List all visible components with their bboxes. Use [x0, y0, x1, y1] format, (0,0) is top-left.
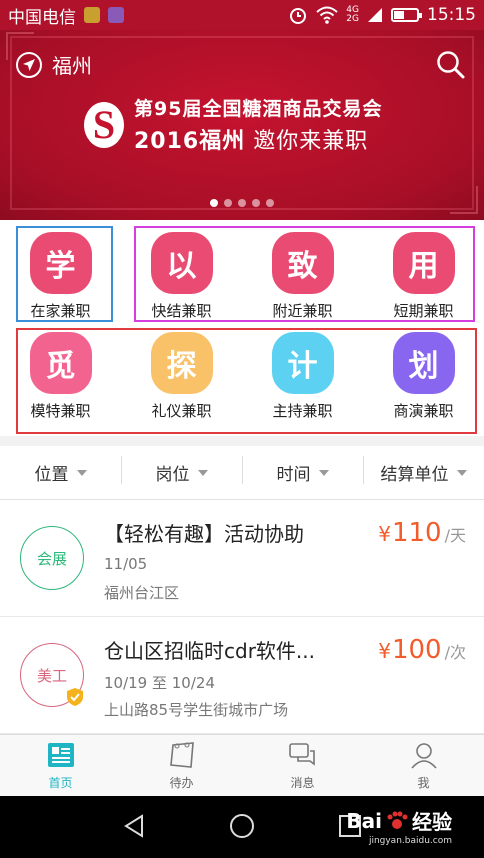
city-name: 福州: [52, 54, 92, 78]
tab-profile[interactable]: 我: [363, 735, 484, 796]
message-icon: [288, 740, 318, 770]
job-title: 仓山区招临时cdr软件...: [104, 639, 315, 663]
category-item[interactable]: 以快结兼职: [121, 232, 242, 321]
category-icon: 用: [392, 232, 455, 294]
job-list: 会展 【轻松有趣】活动协助 11/05 福州台江区 ¥110/天 美工 仓山区招临时cdr软…: [0, 500, 484, 734]
promo-banner[interactable]: 福州 S 第95届全国糖酒商品交易会 2016福州 邀你来兼职: [0, 0, 484, 220]
category-item[interactable]: 致附近兼职: [242, 232, 363, 321]
category-icon: 计: [271, 332, 334, 394]
banner-pagination: [0, 199, 484, 207]
job-price: ¥110/天: [378, 518, 466, 548]
pagination-dot[interactable]: [266, 199, 274, 207]
notification-app-icon: [84, 7, 100, 23]
category-label: 模特兼职: [30, 402, 91, 420]
alarm-icon: [290, 8, 307, 24]
job-date: 10/19 至 10/24: [104, 674, 215, 692]
category-item[interactable]: 用短期兼职: [363, 232, 484, 321]
category-icon: 觅: [29, 332, 92, 394]
tab-label: 待办: [169, 776, 194, 790]
filter-label: 时间: [276, 465, 311, 485]
category-label: 商演兼职: [393, 402, 454, 420]
pagination-dot[interactable]: [210, 199, 218, 207]
city-selector[interactable]: 福州: [16, 50, 92, 79]
filter-dropdown[interactable]: 时间: [242, 456, 363, 485]
filter-bar: 位置 岗位 时间 结算单位: [0, 446, 484, 500]
caret-down-icon: [318, 469, 329, 476]
filter-label: 位置: [34, 465, 69, 485]
job-list-item[interactable]: 美工 仓山区招临时cdr软件... 10/19 至 10/24 上山路85号学生街城市…: [0, 617, 484, 734]
home-icon: [46, 740, 76, 770]
filter-label: 结算单位: [380, 465, 449, 485]
category-item[interactable]: 探礼仪兼职: [121, 332, 242, 421]
category-label: 短期兼职: [393, 302, 454, 320]
bottom-tab-bar: 首页 待办 消息 我: [0, 734, 484, 796]
job-date: 11/05: [104, 555, 148, 573]
location-arrow-icon: [16, 51, 42, 78]
job-list-item[interactable]: 会展 【轻松有趣】活动协助 11/05 福州台江区 ¥110/天: [0, 500, 484, 617]
signal-icon: [368, 8, 382, 22]
category-item[interactable]: 计主持兼职: [242, 332, 363, 421]
tab-todo[interactable]: 待办: [121, 735, 242, 796]
category-label: 附近兼职: [272, 302, 333, 320]
banner-line-2: 2016福州 邀你来兼职: [134, 129, 369, 154]
tab-message[interactable]: 消息: [242, 735, 363, 796]
system-nav-bar: Bai 经验 jingyan.baidu.com: [0, 796, 484, 858]
watermark: Bai 经验 jingyan.baidu.com: [346, 808, 452, 847]
tab-home[interactable]: 首页: [0, 735, 121, 796]
paw-icon: [387, 811, 408, 829]
caret-down-icon: [76, 469, 87, 476]
carrier-name: 中国电信: [8, 7, 76, 28]
status-bar: 中国电信 4G 2G 15:15: [0, 0, 484, 30]
filter-label: 岗位: [155, 465, 190, 485]
category-grid: 学在家兼职以快结兼职致附近兼职用短期兼职觅模特兼职探礼仪兼职计主持兼职划商演兼职: [0, 220, 484, 436]
tab-label: 消息: [290, 776, 315, 790]
category-label: 在家兼职: [30, 302, 91, 320]
caret-down-icon: [197, 469, 208, 476]
category-icon: 学: [29, 232, 92, 294]
category-label: 礼仪兼职: [151, 402, 212, 420]
tab-label: 我: [417, 776, 430, 790]
network-type: 4G 2G: [346, 5, 359, 24]
todo-icon: [167, 740, 197, 770]
job-address: 福州台江区: [104, 584, 180, 602]
filter-dropdown[interactable]: 岗位: [121, 456, 242, 485]
job-category-badge: 会展: [20, 526, 84, 590]
tab-label: 首页: [48, 776, 73, 790]
banner-headline: S 第95届全国糖酒商品交易会 2016福州 邀你来兼职: [84, 94, 382, 155]
clock: 15:15: [427, 5, 476, 25]
job-address: 上山路85号学生街城市广场: [104, 701, 289, 719]
category-item[interactable]: 划商演兼职: [363, 332, 484, 421]
job-title: 【轻松有趣】活动协助: [104, 522, 304, 546]
caret-down-icon: [456, 469, 467, 476]
filter-dropdown[interactable]: 位置: [0, 460, 121, 485]
search-icon[interactable]: [436, 50, 466, 80]
wifi-icon: [316, 6, 338, 24]
category-icon: 划: [392, 332, 455, 394]
banner-line-1: 第95届全国糖酒商品交易会: [134, 98, 383, 120]
job-price: ¥100/次: [378, 635, 466, 665]
pagination-dot[interactable]: [224, 199, 232, 207]
category-label: 快结兼职: [151, 302, 212, 320]
category-icon: 以: [150, 232, 213, 294]
filter-dropdown[interactable]: 结算单位: [363, 456, 484, 485]
category-icon: 探: [150, 332, 213, 394]
back-icon[interactable]: [120, 812, 148, 840]
category-item[interactable]: 觅模特兼职: [0, 332, 121, 421]
home-circle-icon[interactable]: [228, 812, 256, 840]
profile-icon: [409, 740, 439, 770]
category-label: 主持兼职: [272, 402, 333, 420]
verified-shield-icon: [66, 687, 84, 707]
pagination-dot[interactable]: [238, 199, 246, 207]
fair-logo-icon: S: [84, 101, 124, 148]
notification-image-icon: [108, 7, 124, 23]
battery-icon: [391, 8, 422, 22]
category-item[interactable]: 学在家兼职: [0, 232, 121, 321]
category-icon: 致: [271, 232, 334, 294]
pagination-dot[interactable]: [252, 199, 260, 207]
